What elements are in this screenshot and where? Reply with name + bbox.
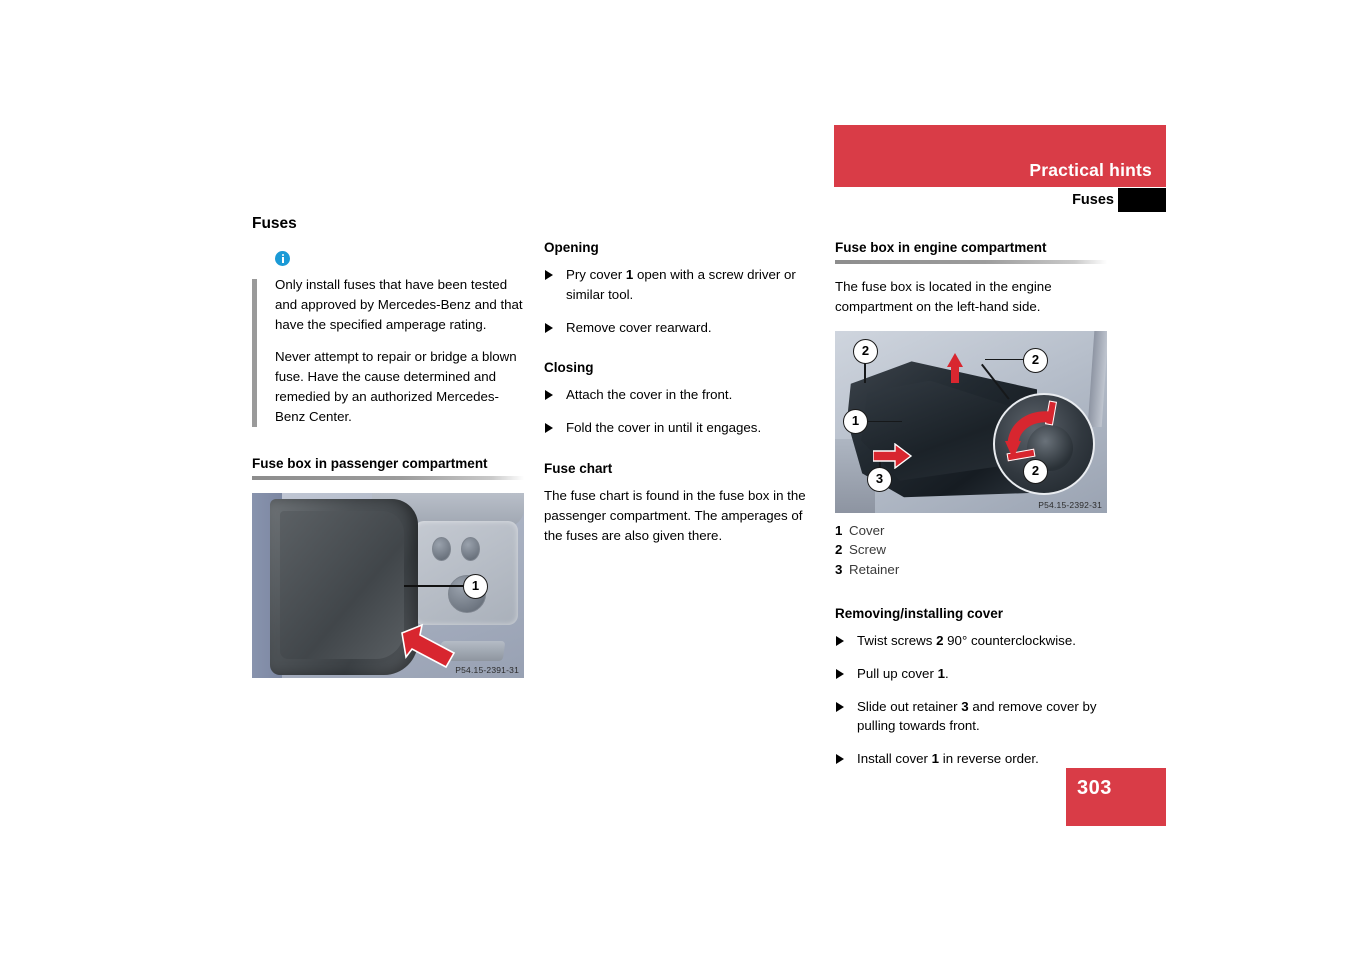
info-icon	[275, 251, 290, 266]
note-paragraph: Only install fuses that have been tested…	[275, 277, 523, 332]
step-text-post: 90° counterclockwise.	[943, 633, 1076, 649]
instrument-knob-icon	[461, 536, 480, 561]
step-text-pre: Attach the cover in the front.	[566, 387, 733, 403]
subheading-closing: Closing	[544, 360, 594, 376]
step-text-pre: Fold the cover in until it engages.	[566, 420, 762, 436]
bullet-triangle-icon	[836, 636, 844, 647]
callout-leader-line	[866, 420, 902, 423]
step-text-post: in reverse order.	[939, 751, 1039, 767]
legend-item: 3 Retainer	[835, 560, 1107, 580]
step-text-pre: Remove cover rearward.	[566, 319, 712, 335]
legend-number: 1	[835, 522, 843, 538]
bullet-triangle-icon	[836, 668, 844, 679]
figure-engine-compartment: 2 2 1 3 2 P54.15-2392-31	[835, 330, 1107, 513]
note-side-bar	[252, 279, 257, 427]
light-switch-panel-shape	[414, 520, 518, 625]
instruction-step: Install cover 1 in reverse order.	[835, 749, 1107, 769]
bullet-triangle-icon	[836, 754, 844, 765]
left-column: Fuses Only install fuses that have been …	[252, 215, 524, 678]
red-arrow-right-icon	[873, 442, 913, 469]
instruction-step: Pull up cover 1.	[835, 664, 1107, 684]
callout-marker: 1	[463, 573, 488, 599]
bullet-triangle-icon	[545, 322, 553, 333]
step-text-pre: Pry cover	[566, 267, 626, 282]
instruction-step: Pry cover 1 open with a screw driver or …	[544, 265, 816, 305]
header-banner: Practical hints	[834, 125, 1166, 187]
bullet-triangle-icon	[545, 423, 553, 434]
callout-marker: 1	[843, 408, 868, 434]
page-title: Fuses	[252, 215, 297, 232]
instruction-step: Twist screws 2 90° counterclockwise.	[835, 631, 1107, 651]
legend-item: 2 Screw	[835, 540, 1107, 560]
legend-number: 2	[835, 542, 843, 558]
section-heading-engine-fusebox: Fuse box in engine compartment	[835, 240, 1047, 255]
red-pointer-arrow-icon	[401, 623, 456, 668]
heading-rule	[252, 475, 524, 480]
fuse-chart-body: The fuse chart is found in the fuse box …	[544, 487, 806, 543]
middle-column: Opening Pry cover 1 open with a screw dr…	[544, 215, 816, 559]
section-heading-passenger-fusebox: Fuse box in passenger compartment	[252, 455, 488, 471]
legend-label: Cover	[849, 522, 885, 538]
figure-caption: P54.15-2391-31	[455, 664, 519, 675]
callout-leader-line	[864, 360, 866, 383]
step-text-post: .	[944, 665, 949, 681]
step-text-pre: Twist screws	[857, 633, 937, 649]
engine-fusebox-body: The fuse box is located in the engine co…	[835, 279, 1052, 314]
instrument-knob-icon	[432, 536, 451, 561]
step-text-pre: Slide out retainer	[857, 698, 962, 714]
header-subtitle-text: Fuses	[1072, 192, 1114, 208]
callout-marker: 3	[867, 466, 892, 492]
instruction-step: Attach the cover in the front.	[544, 385, 816, 405]
bullet-triangle-icon	[836, 701, 844, 712]
subheading-opening: Opening	[544, 240, 599, 255]
header-subtitle-bar: Fuses	[834, 188, 1166, 212]
subheading-fuse-chart: Fuse chart	[544, 460, 613, 476]
step-reference-number: 1	[937, 665, 945, 681]
callout-marker: 2	[853, 338, 878, 364]
subheading-removing-installing-cover: Removing/installing cover	[835, 606, 1004, 622]
legend-label: Retainer	[849, 561, 900, 577]
bullet-triangle-icon	[545, 270, 553, 280]
legend-item: 1 Cover	[835, 521, 1107, 541]
fuse-box-cover-shape	[270, 498, 418, 675]
instruction-step: Fold the cover in until it engages.	[544, 418, 816, 438]
legend-label: Screw	[849, 542, 886, 558]
step-text-pre: Install cover	[857, 751, 932, 767]
red-arrow-up-icon	[947, 352, 963, 383]
right-column: Fuse box in engine compartment The fuse …	[835, 215, 1107, 782]
heading-rule	[835, 260, 1107, 264]
note-paragraph: Never attempt to repair or bridge a blow…	[275, 349, 517, 424]
red-rotation-arrow-icon	[1005, 411, 1052, 459]
figure-passenger-compartment: 1 P54.15-2391-31	[252, 492, 524, 678]
callout-leader-line	[404, 584, 466, 587]
step-reference-number: 1	[931, 751, 940, 767]
callout-leader-line	[985, 358, 1025, 361]
bullet-triangle-icon	[545, 390, 553, 401]
page-number-box: 303	[1066, 768, 1166, 826]
chapter-thumb-tab	[1118, 188, 1166, 212]
step-text-pre: Pull up cover	[857, 665, 938, 681]
header-banner-title: Practical hints	[1029, 160, 1152, 180]
note-block: Only install fuses that have been tested…	[252, 251, 524, 427]
instruction-step: Slide out retainer 3 and remove cover by…	[835, 697, 1107, 737]
legend-number: 3	[835, 561, 843, 577]
page-number: 303	[1077, 777, 1112, 799]
figure-legend: 1 Cover 2 Screw 3 Retainer	[835, 521, 1107, 580]
instruction-step: Remove cover rearward.	[544, 318, 816, 338]
step-reference-number: 3	[961, 698, 969, 714]
callout-marker: 2	[1023, 458, 1048, 484]
figure-caption: P54.15-2392-31	[1038, 499, 1102, 510]
callout-marker: 2	[1023, 347, 1048, 373]
strut-shape	[1087, 330, 1107, 427]
